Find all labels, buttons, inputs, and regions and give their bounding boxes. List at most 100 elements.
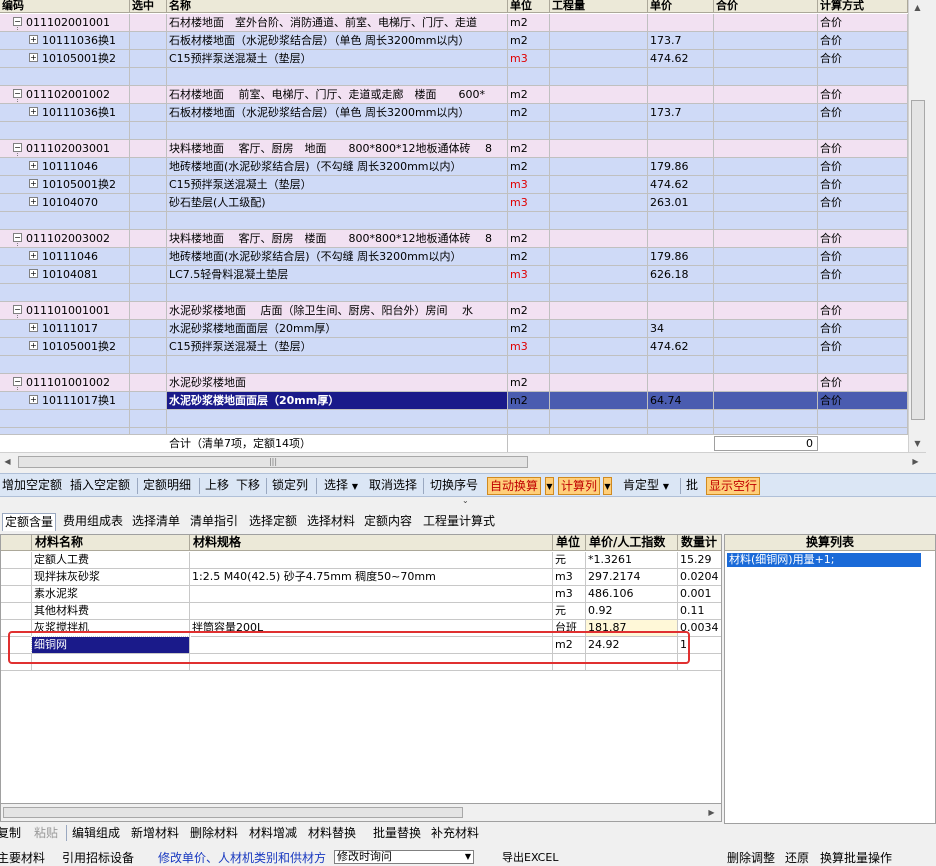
code-cell[interactable]: −011102003001	[0, 140, 130, 158]
tab-select-quota[interactable]: 选择定额	[249, 513, 297, 531]
price-cell[interactable]: 626.18	[648, 266, 714, 284]
bill-row[interactable]: −011102001002 石材楼地面 前室、电梯厅、门厅、走道或走廊 楼面 60…	[0, 86, 908, 104]
quota-row[interactable]: +10105001换2 C15预拌泵送混凝土（垫层） m3 474.62 合价	[0, 338, 908, 356]
qty-cell[interactable]	[550, 356, 648, 374]
name-cell[interactable]	[167, 284, 508, 302]
price-cell[interactable]: 474.62	[648, 338, 714, 356]
select-cell[interactable]	[130, 410, 167, 428]
code-cell[interactable]	[0, 284, 130, 302]
select-cell[interactable]	[130, 302, 167, 320]
select-cell[interactable]	[130, 32, 167, 50]
price-cell[interactable]	[648, 410, 714, 428]
code-cell[interactable]: +10111046	[0, 248, 130, 266]
price-cell[interactable]	[648, 284, 714, 302]
col-header-price[interactable]: 单价	[648, 0, 714, 13]
select-dropdown-button[interactable]: 选择 ▼	[322, 477, 360, 495]
fixed-type-button[interactable]: 肯定型 ▼	[621, 477, 671, 495]
expand-icon[interactable]: +	[29, 35, 38, 44]
material-name-cell[interactable]: 其他材料费	[32, 603, 190, 620]
price-cell[interactable]: 474.62	[648, 176, 714, 194]
total-cell[interactable]	[714, 50, 818, 68]
unit-cell[interactable]: m2	[508, 230, 550, 248]
material-row[interactable]: 其他材料费 元 0.92 0.11	[1, 603, 721, 620]
material-name-cell[interactable]: 素水泥浆	[32, 586, 190, 603]
qty-cell[interactable]	[550, 302, 648, 320]
unit-cell[interactable]: m2	[508, 86, 550, 104]
col-header-total[interactable]: 合价	[714, 0, 818, 13]
name-cell[interactable]: 块料楼地面 客厅、厨房 地面 800*800*12地板通体砖 8	[167, 140, 508, 158]
material-unit-cell[interactable]: 元	[553, 603, 586, 620]
qty-cell[interactable]	[550, 410, 648, 428]
quota-row[interactable]: +10111017 水泥砂浆楼地面面层（20mm厚） m2 34 合价	[0, 320, 908, 338]
qty-cell[interactable]	[550, 86, 648, 104]
qty-cell[interactable]	[550, 14, 648, 32]
name-cell[interactable]: 水泥砂浆楼地面面层（20mm厚）	[167, 320, 508, 338]
qty-cell[interactable]	[550, 140, 648, 158]
conversion-item[interactable]: 材料(细铜网)用量+1;	[727, 553, 921, 567]
unit-cell[interactable]: m3	[508, 338, 550, 356]
lower-horizontal-scrollbar[interactable]: ▶	[0, 804, 722, 822]
code-cell[interactable]: +10104081	[0, 266, 130, 284]
unit-cell[interactable]: m2	[508, 32, 550, 50]
quota-row[interactable]: +10111036换1 石板材楼地面（水泥砂浆结合层）（单色 周长3200mm以内…	[0, 32, 908, 50]
unit-cell[interactable]: m2	[508, 302, 550, 320]
unit-cell[interactable]: m2	[508, 140, 550, 158]
add-quota-button[interactable]: 增加空定额	[0, 477, 64, 495]
qty-cell[interactable]	[550, 392, 648, 410]
price-cell[interactable]	[648, 356, 714, 374]
scroll-right-icon[interactable]: ▶	[704, 805, 719, 820]
select-cell[interactable]	[130, 68, 167, 86]
total-cell[interactable]	[714, 374, 818, 392]
blank-row[interactable]	[0, 356, 908, 374]
material-name-cell[interactable]: 现拌抹灰砂浆	[32, 569, 190, 586]
unit-cell[interactable]: m2	[508, 374, 550, 392]
total-cell[interactable]	[714, 410, 818, 428]
code-cell[interactable]: −011102001001	[0, 14, 130, 32]
code-cell[interactable]: +10105001换2	[0, 176, 130, 194]
qty-cell[interactable]	[550, 338, 648, 356]
name-cell[interactable]: 砂石垫层(人工级配)	[167, 194, 508, 212]
blank-row[interactable]	[0, 68, 908, 86]
qty-cell[interactable]	[550, 194, 648, 212]
price-cell[interactable]	[648, 140, 714, 158]
unit-cell[interactable]: m2	[508, 248, 550, 266]
code-cell[interactable]: +10111036换1	[0, 104, 130, 122]
select-cell[interactable]	[130, 284, 167, 302]
price-cell[interactable]: 64.74	[648, 392, 714, 410]
method-cell[interactable]: 合价	[818, 158, 908, 176]
price-cell[interactable]: 173.7	[648, 104, 714, 122]
col-header-material-unit[interactable]: 单位	[553, 535, 586, 551]
unit-cell[interactable]: m2	[508, 392, 550, 410]
quota-row[interactable]: +10104070 砂石垫层(人工级配) m3 263.01 合价	[0, 194, 908, 212]
select-cell[interactable]	[130, 212, 167, 230]
tab-quota-content[interactable]: 定额含量	[2, 513, 57, 531]
unit-cell[interactable]	[508, 122, 550, 140]
col-header-select[interactable]: 选中	[130, 0, 167, 13]
unit-cell[interactable]	[508, 212, 550, 230]
index-cell[interactable]	[1, 552, 32, 569]
select-cell[interactable]	[130, 320, 167, 338]
material-unit-cell[interactable]: m3	[553, 569, 586, 586]
method-cell[interactable]: 合价	[818, 50, 908, 68]
method-cell[interactable]: 合价	[818, 392, 908, 410]
collapse-icon[interactable]: −	[13, 17, 22, 26]
qty-cell[interactable]	[550, 284, 648, 302]
col-header-name[interactable]: 名称	[167, 0, 508, 13]
insert-quota-button[interactable]: 插入空定额	[68, 477, 132, 495]
select-cell[interactable]	[130, 374, 167, 392]
unit-cell[interactable]	[508, 68, 550, 86]
unit-cell[interactable]: m3	[508, 50, 550, 68]
total-cell[interactable]	[714, 320, 818, 338]
material-unit-cell[interactable]: 元	[553, 552, 586, 569]
name-cell[interactable]: C15预拌泵送混凝土（垫层）	[167, 50, 508, 68]
total-cell[interactable]	[714, 356, 818, 374]
total-cell[interactable]	[714, 338, 818, 356]
material-spec-cell[interactable]	[190, 552, 553, 569]
lower-hscroll-thumb[interactable]	[3, 807, 463, 818]
batch-replace-button[interactable]: 批量替换	[373, 824, 421, 841]
unit-cell[interactable]: m2	[508, 14, 550, 32]
total-cell[interactable]	[714, 248, 818, 266]
code-cell[interactable]: −011102003002	[0, 230, 130, 248]
collapse-icon[interactable]: −	[13, 377, 22, 386]
col-header-code[interactable]: 编码	[0, 0, 130, 13]
